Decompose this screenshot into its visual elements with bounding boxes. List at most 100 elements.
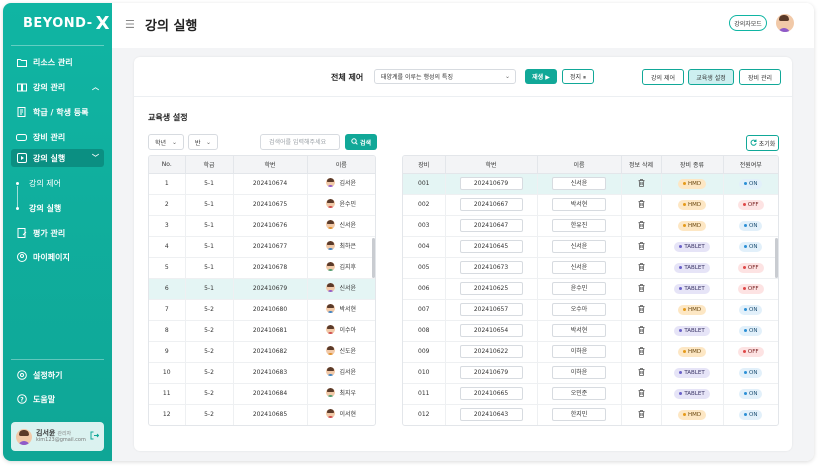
trash-icon[interactable]	[638, 220, 645, 231]
table-row[interactable]: 5 5-1 202410678 김지후	[149, 257, 375, 279]
column-header[interactable]: No.	[149, 156, 186, 174]
column-header[interactable]: 학번	[445, 156, 538, 174]
trash-icon[interactable]	[638, 409, 645, 420]
student-name-field[interactable]: 윤수민	[552, 282, 606, 295]
student-name-field[interactable]: 신서윤	[552, 177, 606, 190]
table-row[interactable]: 005 202410673 신서윤 TABLET OFF	[403, 257, 778, 279]
column-header[interactable]: 장비	[403, 156, 446, 174]
table-row[interactable]: 003 202410647 한유진 HMD ON	[403, 215, 778, 237]
grade-select[interactable]: 학년 ⌄	[148, 134, 184, 150]
table-row[interactable]: 008 202410654 박서현 TABLET ON	[403, 320, 778, 342]
table-row[interactable]: 1 5-1 202410674 김서윤	[149, 173, 375, 195]
profile-avatar[interactable]	[776, 14, 794, 32]
student-id-field[interactable]: 202410673	[459, 261, 523, 274]
student-name-field[interactable]: 오수아	[552, 303, 606, 316]
table-row[interactable]: 11 5-2 202410684 최지우	[149, 383, 375, 405]
column-header[interactable]: 정보 삭제	[621, 156, 662, 174]
column-header[interactable]: 학급	[185, 156, 234, 174]
sidebar-item-resources[interactable]: 리소스 관리	[11, 53, 104, 71]
sidebar-item-lecture-run[interactable]: 강의 실행 ﹀	[11, 149, 104, 167]
search-input[interactable]	[260, 134, 340, 150]
tab-lecture-control[interactable]: 강의 제어	[642, 69, 684, 85]
column-header[interactable]: 학번	[233, 156, 308, 174]
lecture-select[interactable]: 태양계를 이루는 행성의 특징 ⌄	[374, 69, 516, 84]
table-row[interactable]: 7 5-2 202410680 박서현	[149, 299, 375, 321]
trash-icon[interactable]	[638, 199, 645, 210]
student-id-field[interactable]: 202410665	[459, 387, 523, 400]
class-select[interactable]: 반 ⌄	[188, 134, 218, 150]
search-button[interactable]: 검색	[345, 134, 377, 150]
student-name-field[interactable]: 이하윤	[552, 345, 606, 358]
sidebar-item-settings[interactable]: 설정하기	[11, 366, 104, 384]
trash-icon[interactable]	[638, 262, 645, 273]
trash-icon[interactable]	[638, 178, 645, 189]
trash-icon[interactable]	[638, 283, 645, 294]
table-row[interactable]: 9 5-2 202410682 신도윤	[149, 341, 375, 363]
user-card[interactable]: 김서윤 관리자 kim123@gmail.com	[11, 422, 104, 451]
scrollbar[interactable]	[372, 238, 375, 278]
table-row[interactable]: 011 202410665 오민준 TABLET ON	[403, 383, 778, 405]
student-name-field[interactable]: 오민준	[552, 387, 606, 400]
student-id-field[interactable]: 202410622	[459, 345, 523, 358]
table-row[interactable]: 2 5-1 202410675 윤수민	[149, 194, 375, 216]
student-id-field[interactable]: 202410667	[459, 198, 523, 211]
sidebar-subitem-lecture-run[interactable]: 강의 실행	[16, 203, 61, 214]
column-header[interactable]: 이름	[537, 156, 622, 174]
column-header[interactable]: 전원여부	[723, 156, 778, 174]
student-id-field[interactable]: 202410625	[459, 282, 523, 295]
table-row[interactable]: 009 202410622 이하윤 HMD OFF	[403, 341, 778, 363]
table-row[interactable]: 007 202410657 오수아 HMD ON	[403, 299, 778, 321]
play-button[interactable]: 재생 ▶	[525, 69, 557, 84]
student-name-field[interactable]: 박서현	[552, 198, 606, 211]
sidebar-item-devices[interactable]: 장비 관리	[11, 128, 104, 146]
table-row[interactable]: 001 202410679 신서윤 HMD ON	[403, 173, 778, 195]
student-id-field[interactable]: 202410679	[459, 366, 523, 379]
stop-button[interactable]: 정지 ⏸	[562, 69, 594, 84]
sidebar-item-help[interactable]: ? 도움말	[11, 390, 104, 408]
table-row[interactable]: 006 202410625 윤수민 TABLET OFF	[403, 278, 778, 300]
trash-icon[interactable]	[638, 388, 645, 399]
student-id-field[interactable]: 202410647	[459, 219, 523, 232]
student-id-field[interactable]: 202410645	[459, 240, 523, 253]
cell-student-id: 202410674	[233, 173, 308, 195]
trash-icon[interactable]	[638, 241, 645, 252]
table-row[interactable]: 12 5-2 202410685 이서현	[149, 404, 375, 425]
sidebar-item-mypage[interactable]: 마이페이지	[11, 248, 104, 266]
table-row[interactable]: 6 5-1 202410679 신서윤	[149, 278, 375, 300]
sidebar-subitem-lecture-control[interactable]: 강의 제어	[16, 178, 61, 189]
student-id-field[interactable]: 202410679	[459, 177, 523, 190]
student-name-field[interactable]: 이하윤	[552, 366, 606, 379]
student-id-field[interactable]: 202410643	[459, 408, 523, 421]
menu-icon[interactable]: ☰	[125, 18, 135, 31]
table-row[interactable]: 10 5-2 202410683 김서윤	[149, 362, 375, 384]
student-name-field[interactable]: 한유진	[552, 219, 606, 232]
trash-icon[interactable]	[638, 304, 645, 315]
table-row[interactable]: 002 202410667 박서현 HMD OFF	[403, 194, 778, 216]
logout-icon[interactable]	[90, 431, 100, 442]
table-row[interactable]: 4 5-1 202410677 최하은	[149, 236, 375, 258]
student-name-field[interactable]: 신서윤	[552, 240, 606, 253]
trash-icon[interactable]	[638, 325, 645, 336]
tab-device-management[interactable]: 장비 관리	[739, 69, 781, 85]
column-header[interactable]: 이름	[307, 156, 375, 174]
table-row[interactable]: 3 5-1 202410676 신서윤	[149, 215, 375, 237]
table-row[interactable]: 012 202410643 한지민 HMD ON	[403, 404, 778, 425]
student-name-field[interactable]: 신서윤	[552, 261, 606, 274]
column-header[interactable]: 장비 종류	[661, 156, 724, 174]
sidebar-item-evaluation[interactable]: 평가 관리	[11, 224, 104, 242]
student-name-field[interactable]: 한지민	[552, 408, 606, 421]
student-name-field[interactable]: 박서현	[552, 324, 606, 337]
instructor-mode-button[interactable]: 강의자모드	[729, 15, 767, 31]
tab-student-settings[interactable]: 교육생 설정	[688, 69, 734, 85]
sidebar-item-lecture-management[interactable]: 강의 관리 ︿	[11, 78, 104, 96]
trash-icon[interactable]	[638, 346, 645, 357]
table-row[interactable]: 004 202410645 신서윤 TABLET ON	[403, 236, 778, 258]
student-id-field[interactable]: 202410654	[459, 324, 523, 337]
sidebar-item-class-register[interactable]: 학급 / 학생 등록	[11, 103, 104, 121]
trash-icon[interactable]	[638, 367, 645, 378]
table-row[interactable]: 8 5-2 202410681 이수아	[149, 320, 375, 342]
scrollbar[interactable]	[775, 238, 778, 278]
reset-button[interactable]: 초기화	[746, 135, 779, 151]
table-row[interactable]: 010 202410679 이하윤 TABLET ON	[403, 362, 778, 384]
student-id-field[interactable]: 202410657	[459, 303, 523, 316]
